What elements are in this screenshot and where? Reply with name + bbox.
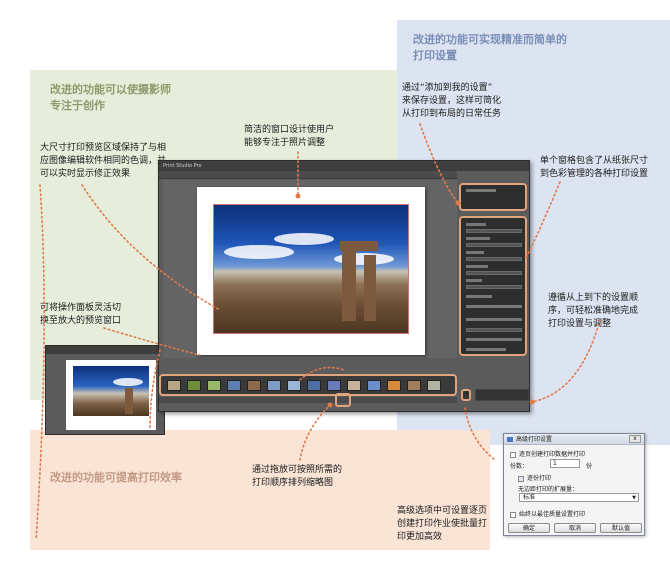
secondary-window-titlebar[interactable] <box>46 346 164 354</box>
note-drag-thumbnails: 通过拖放可按照所需的 打印顺序排列缩略图 <box>252 465 343 488</box>
note-simple-window: 简洁的窗口设计使用户 能够专注于照片调整 <box>244 125 335 148</box>
thumbnail[interactable] <box>267 380 281 391</box>
thumbnail[interactable] <box>387 380 401 391</box>
thumbnail[interactable] <box>207 380 221 391</box>
thumbnail[interactable] <box>327 380 341 391</box>
thumbnail[interactable] <box>167 380 181 391</box>
my-settings-box[interactable] <box>459 183 527 211</box>
thumbnail[interactable] <box>287 380 301 391</box>
print-settings-box[interactable] <box>459 216 527 356</box>
note-large-preview: 大尺寸打印预览区域保持了与相 应图像编辑软件相同的色调，并 可以实时显示修正效果 <box>40 143 167 179</box>
settings-field[interactable] <box>466 328 522 332</box>
app-titlebar[interactable]: Print Studio Pro <box>159 161 529 171</box>
copies-input[interactable]: 1 <box>550 459 580 468</box>
borderless-extension-select[interactable]: 标准 ▼ <box>519 493 639 502</box>
settings-field[interactable] <box>466 243 522 247</box>
note-advanced-options: 高级选项中可设置逐页 创建打印作业使批量打 印更加高效 <box>397 506 488 542</box>
app-logo-icon <box>507 437 513 442</box>
borderless-extension-label: 无边距打印的扩展量： <box>518 486 579 493</box>
chevron-down-icon: ▼ <box>632 495 636 501</box>
blue-heading-line2: 打印设置 <box>413 49 457 62</box>
note-single-pane: 单个窗格包含了从纸张尺寸 到色彩管理的各种打印设置 <box>540 156 649 179</box>
default-button[interactable]: 默认值 <box>600 523 642 533</box>
print-button-area[interactable] <box>475 389 529 401</box>
copies-unit: 份 <box>586 463 593 470</box>
settings-field[interactable] <box>466 285 522 289</box>
thumbnail[interactable] <box>187 380 201 391</box>
thumbnail[interactable] <box>367 380 381 391</box>
note-top-to-bottom: 遵循从上到下的设置顺 序，可轻松准确地完成 打印设置与调整 <box>548 293 639 329</box>
ok-button[interactable]: 确定 <box>508 523 550 533</box>
advanced-print-settings-dialog[interactable]: 高级打印设置 x 逐页创建打印数据并打印 份数： 1 份 逐份打印 无边距打印的… <box>503 433 645 536</box>
thumbnail[interactable] <box>247 380 261 391</box>
peach-heading: 改进的功能可提高打印效率 <box>50 471 182 484</box>
green-heading: 改进的功能可以使摄影师 专注于创作 <box>50 82 171 114</box>
copies-label: 份数： <box>510 463 529 470</box>
thumbnail[interactable] <box>347 380 361 391</box>
page-jobs-option[interactable]: 逐页创建打印数据并打印 <box>510 449 585 458</box>
gear-icon[interactable] <box>461 389 471 401</box>
filmstrip-scrollbar[interactable] <box>159 397 457 403</box>
thumbnail-filmstrip[interactable] <box>159 374 457 396</box>
cancel-button[interactable]: 取消 <box>554 523 596 533</box>
note-panel-toggle: 可将操作面板灵活切 换至放大的预览窗口 <box>40 303 122 326</box>
secondary-preview-window[interactable] <box>45 345 165 435</box>
green-heading-line1: 改进的功能可以使摄影师 <box>50 83 171 96</box>
photo-preview <box>213 204 409 334</box>
collate-checkbox[interactable] <box>518 475 524 482</box>
settings-field[interactable] <box>466 229 522 233</box>
thumbnail[interactable] <box>407 380 421 391</box>
paper-preview <box>197 187 425 355</box>
drag-handle-highlight[interactable] <box>335 393 351 407</box>
close-icon[interactable]: x <box>629 435 641 443</box>
thumbnail[interactable] <box>227 380 241 391</box>
app-toolbar[interactable] <box>159 171 457 179</box>
secondary-paper-preview <box>66 360 156 430</box>
green-heading-line2: 专注于创作 <box>50 99 105 112</box>
blue-heading-line1: 改进的功能可实现精准而简单的 <box>413 33 567 46</box>
collate-option[interactable]: 逐份打印 <box>518 473 551 482</box>
blue-heading: 改进的功能可实现精准而简单的 打印设置 <box>413 32 567 64</box>
settings-field[interactable] <box>466 271 522 275</box>
thumbnail[interactable] <box>427 380 441 391</box>
note-add-to-settings: 通过“添加到我的设置” 来保存设置，这样可简化 从打印到布局的日常任务 <box>402 83 502 119</box>
settings-pane[interactable] <box>459 180 527 390</box>
thumbnail[interactable] <box>307 380 321 391</box>
settings-field[interactable] <box>466 257 522 261</box>
page-jobs-checkbox[interactable] <box>510 451 516 458</box>
secondary-photo-preview <box>73 366 149 416</box>
print-quality-option[interactable]: 始终以最佳质量设置打印 <box>510 509 585 518</box>
dialog-titlebar[interactable]: 高级打印设置 x <box>504 434 644 445</box>
dialog-title: 高级打印设置 <box>516 436 553 443</box>
print-quality-checkbox[interactable] <box>510 511 516 518</box>
